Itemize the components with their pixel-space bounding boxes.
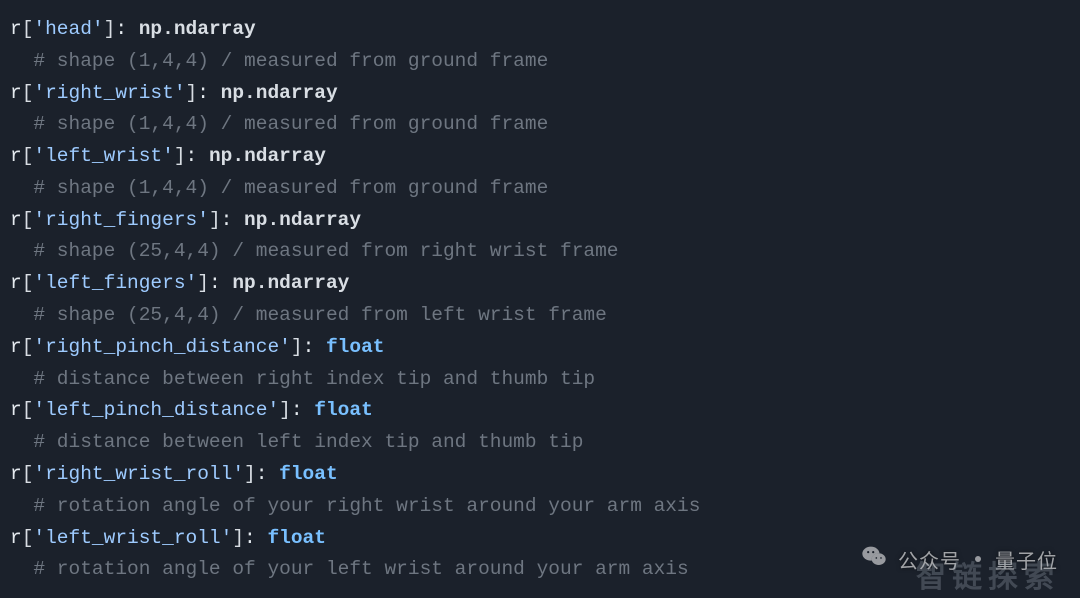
- dict-key: 'left_wrist_roll': [33, 527, 232, 549]
- identifier-r: r: [10, 82, 22, 104]
- dot: .: [162, 18, 174, 40]
- bracket-close: ]: [279, 399, 291, 421]
- type-builtin: float: [279, 463, 338, 485]
- identifier-r: r: [10, 399, 22, 421]
- code-comment-line: # shape (1,4,4) / measured from ground f…: [10, 177, 548, 199]
- identifier-r: r: [10, 18, 22, 40]
- module-np: np: [209, 145, 232, 167]
- module-np: np: [232, 272, 255, 294]
- dict-key: 'right_wrist': [33, 82, 185, 104]
- code-decl-line: r['right_wrist']: np.ndarray: [10, 82, 338, 104]
- dict-key: 'right_fingers': [33, 209, 209, 231]
- dict-key: 'right_pinch_distance': [33, 336, 290, 358]
- bracket-close: ]: [232, 527, 244, 549]
- bracket-open: [: [22, 145, 34, 167]
- type-ndarray: ndarray: [244, 145, 326, 167]
- dict-key: 'left_fingers': [33, 272, 197, 294]
- type-ndarray: ndarray: [174, 18, 256, 40]
- identifier-r: r: [10, 463, 22, 485]
- code-comment-line: # distance between left index tip and th…: [10, 431, 583, 453]
- code-decl-line: r['left_wrist']: np.ndarray: [10, 145, 326, 167]
- dot: .: [244, 82, 256, 104]
- type-builtin: float: [314, 399, 373, 421]
- dict-key: 'head': [33, 18, 103, 40]
- code-decl-line: r['right_fingers']: np.ndarray: [10, 209, 361, 231]
- comment-text: # rotation angle of your right wrist aro…: [10, 495, 700, 517]
- code-decl-line: r['head']: np.ndarray: [10, 18, 256, 40]
- dot: .: [256, 272, 268, 294]
- dot: .: [232, 145, 244, 167]
- type-builtin: float: [326, 336, 385, 358]
- colon: :: [197, 82, 220, 104]
- bracket-close: ]: [104, 18, 116, 40]
- type-builtin: float: [267, 527, 326, 549]
- colon: :: [186, 145, 209, 167]
- module-np: np: [244, 209, 267, 231]
- bracket-close: ]: [244, 463, 256, 485]
- code-comment-line: # shape (1,4,4) / measured from ground f…: [10, 113, 548, 135]
- bracket-open: [: [22, 399, 34, 421]
- type-ndarray: ndarray: [279, 209, 361, 231]
- comment-text: # shape (1,4,4) / measured from ground f…: [10, 50, 548, 72]
- dot: .: [267, 209, 279, 231]
- identifier-r: r: [10, 336, 22, 358]
- bracket-open: [: [22, 527, 34, 549]
- type-ndarray: ndarray: [267, 272, 349, 294]
- code-comment-line: # rotation angle of your right wrist aro…: [10, 495, 700, 517]
- comment-text: # shape (25,4,4) / measured from left wr…: [10, 304, 607, 326]
- code-decl-line: r['left_wrist_roll']: float: [10, 527, 326, 549]
- comment-text: # shape (1,4,4) / measured from ground f…: [10, 177, 548, 199]
- wechat-icon: [860, 542, 888, 576]
- bracket-open: [: [22, 82, 34, 104]
- code-comment-line: # distance between right index tip and t…: [10, 368, 595, 390]
- comment-text: # shape (1,4,4) / measured from ground f…: [10, 113, 548, 135]
- bracket-close: ]: [174, 145, 186, 167]
- colon: :: [256, 463, 279, 485]
- code-comment-line: # shape (1,4,4) / measured from ground f…: [10, 50, 548, 72]
- watermark-overlay: 智链探索: [916, 552, 1060, 596]
- identifier-r: r: [10, 272, 22, 294]
- code-decl-line: r['right_wrist_roll']: float: [10, 463, 338, 485]
- dict-key: 'left_pinch_distance': [33, 399, 279, 421]
- code-comment-line: # rotation angle of your left wrist arou…: [10, 558, 689, 580]
- identifier-r: r: [10, 527, 22, 549]
- comment-text: # distance between left index tip and th…: [10, 431, 583, 453]
- bracket-open: [: [22, 18, 34, 40]
- comment-text: # shape (25,4,4) / measured from right w…: [10, 240, 619, 262]
- colon: :: [244, 527, 267, 549]
- code-decl-line: r['left_pinch_distance']: float: [10, 399, 373, 421]
- bracket-close: ]: [197, 272, 209, 294]
- bracket-close: ]: [186, 82, 198, 104]
- module-np: np: [139, 18, 162, 40]
- colon: :: [303, 336, 326, 358]
- colon: :: [209, 272, 232, 294]
- bracket-open: [: [22, 272, 34, 294]
- bracket-open: [: [22, 336, 34, 358]
- code-decl-line: r['right_pinch_distance']: float: [10, 336, 384, 358]
- dict-key: 'right_wrist_roll': [33, 463, 244, 485]
- bracket-close: ]: [209, 209, 221, 231]
- colon: :: [115, 18, 138, 40]
- code-block: r['head']: np.ndarray # shape (1,4,4) / …: [0, 0, 1080, 596]
- bracket-close: ]: [291, 336, 303, 358]
- bracket-open: [: [22, 209, 34, 231]
- colon: :: [291, 399, 314, 421]
- code-comment-line: # shape (25,4,4) / measured from right w…: [10, 240, 619, 262]
- comment-text: # rotation angle of your left wrist arou…: [10, 558, 689, 580]
- bracket-open: [: [22, 463, 34, 485]
- comment-text: # distance between right index tip and t…: [10, 368, 595, 390]
- code-comment-line: # shape (25,4,4) / measured from left wr…: [10, 304, 607, 326]
- colon: :: [221, 209, 244, 231]
- code-decl-line: r['left_fingers']: np.ndarray: [10, 272, 349, 294]
- identifier-r: r: [10, 209, 22, 231]
- type-ndarray: ndarray: [256, 82, 338, 104]
- identifier-r: r: [10, 145, 22, 167]
- dict-key: 'left_wrist': [33, 145, 173, 167]
- module-np: np: [221, 82, 244, 104]
